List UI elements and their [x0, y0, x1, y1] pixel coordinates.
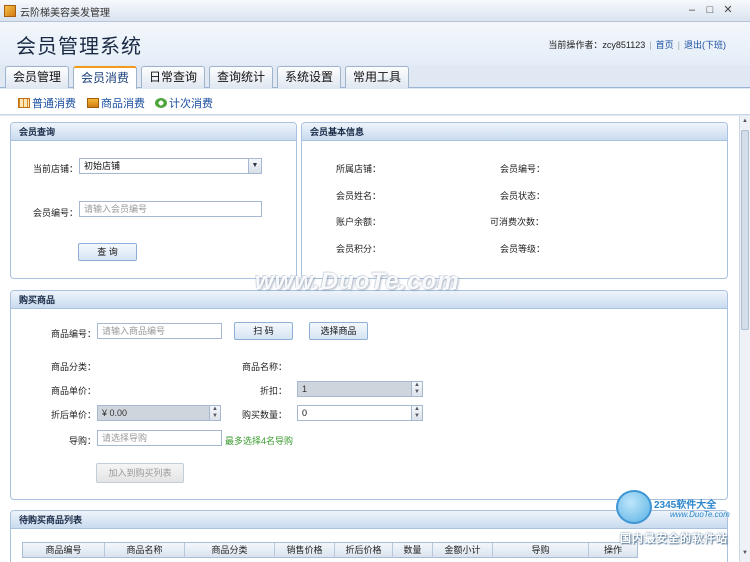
guide-input[interactable] [97, 430, 222, 446]
store-label: 当前店铺： [32, 164, 78, 174]
watermark: www.DuoTe.com [255, 268, 460, 295]
subnav-label: 普通消费 [32, 98, 76, 110]
tab-daily-query[interactable]: 日常查询 [141, 66, 205, 88]
operator-label: 当前操作者： [548, 40, 603, 50]
subnav-count-consumption[interactable]: 计次消费 [155, 95, 213, 111]
store-value: 初始店铺 [84, 161, 121, 171]
info-status-label: 会员状态： [500, 191, 546, 201]
discounted-price-field[interactable]: ¥ 0.00 ▲ ▼ [97, 405, 221, 421]
subnav-label: 计次消费 [169, 98, 213, 110]
member-no-label: 会员编号： [32, 208, 78, 218]
discount-label: 折扣： [259, 386, 287, 396]
column-header: 折后价格 [335, 543, 393, 558]
close-icon[interactable]: ✕ [720, 3, 736, 17]
spinner-icon[interactable]: ▲ ▼ [411, 382, 422, 396]
store-select[interactable]: 初始店铺 ▼ [79, 158, 262, 174]
scan-button[interactable]: 扫 码 [234, 322, 293, 340]
guide-label: 导购： [68, 436, 96, 446]
subnav-label: 商品消费 [101, 98, 145, 110]
column-header: 导购 [493, 543, 589, 558]
info-balance-label: 账户余额： [336, 217, 382, 227]
logo-brand: 2345软件大全 [654, 500, 717, 511]
category-label: 商品分类： [50, 362, 96, 372]
purchase-panel: 购买商品 商品编号： 扫 码 选择商品 商品分类： 商品名称： 商品单价： 折扣… [10, 290, 728, 500]
info-name-label: 会员姓名： [336, 191, 382, 201]
tab-common-tools[interactable]: 常用工具 [345, 66, 409, 88]
discounted-price-value: ¥ 0.00 [102, 408, 128, 418]
info-level-label: 会员等级： [500, 244, 546, 254]
consumption-subnav: 普通消费 商品消费 计次消费 [0, 89, 750, 115]
tab-member-consumption[interactable]: 会员消费 [73, 66, 137, 89]
column-header: 商品名称 [105, 543, 185, 558]
app-header: 会员管理系统 当前操作者：zcy851123 | 首页 | 退出(下班) [0, 22, 750, 65]
product-name-label: 商品名称： [241, 362, 287, 372]
maximize-icon[interactable]: □ [702, 3, 718, 17]
subnav-normal-consumption[interactable]: 普通消费 [18, 95, 76, 111]
logo-slogan: 国内最安全的软件站 [620, 533, 728, 545]
pending-table-header: 商品编号 商品名称 商品分类 销售价格 折后价格 数量 金额小计 导购 操作 [22, 542, 638, 558]
info-remaining-times-label: 可消费次数： [490, 217, 545, 227]
scroll-down-icon[interactable]: ▼ [741, 550, 749, 556]
member-info-panel: 会员基本信息 所属店铺： 会员编号： 会员姓名： 会员状态： 账户余额： 可消费… [301, 122, 728, 279]
add-to-list-button[interactable]: 加入到购买列表 [96, 463, 184, 483]
home-link[interactable]: 首页 [656, 40, 674, 50]
quantity-value: 0 [302, 408, 308, 418]
column-header: 金额小计 [433, 543, 493, 558]
tab-query-statistics[interactable]: 查询统计 [209, 66, 273, 88]
column-header: 商品编号 [23, 543, 105, 558]
column-header: 数量 [393, 543, 433, 558]
operator-info: 当前操作者：zcy851123 | 首页 | 退出(下班) [548, 38, 726, 51]
product-no-label: 商品编号： [50, 329, 96, 339]
logo-url: www.DuoTe.com [670, 510, 730, 519]
select-product-button[interactable]: 选择商品 [309, 322, 368, 340]
mascot-icon [616, 490, 652, 524]
separator: | [677, 40, 680, 50]
query-button[interactable]: 查 询 [78, 243, 137, 261]
column-header: 商品分类 [185, 543, 275, 558]
minimize-icon[interactable]: – [684, 3, 700, 17]
discount-field[interactable]: 1 ▲ ▼ [297, 381, 423, 397]
table-icon [18, 98, 30, 108]
app-icon [4, 5, 16, 17]
main-tabbar: 会员管理 会员消费 日常查询 查询统计 系统设置 常用工具 [0, 65, 750, 89]
separator: | [649, 40, 652, 50]
info-points-label: 会员积分： [336, 244, 382, 254]
download-site-logo: 2345软件大全 www.DuoTe.com 国内最安全的软件站 [612, 490, 750, 545]
window-titlebar: 云阶梯美容美发管理 – □ ✕ [0, 0, 750, 22]
operator-name: zcy851123 [602, 40, 646, 50]
gift-icon [87, 98, 99, 108]
scroll-thumb[interactable] [741, 130, 749, 330]
discount-value: 1 [302, 384, 308, 394]
info-store-label: 所属店铺： [336, 164, 382, 174]
discounted-price-label: 折后单价： [50, 410, 96, 420]
tab-system-settings[interactable]: 系统设置 [277, 66, 341, 88]
logout-link[interactable]: 退出(下班) [684, 40, 726, 50]
window-title: 云阶梯美容美发管理 [20, 8, 110, 19]
guide-hint: 最多选择4名导购 [225, 436, 294, 446]
column-header: 销售价格 [275, 543, 335, 558]
member-query-panel: 会员查询 当前店铺： 初始店铺 ▼ 会员编号： 查 询 [10, 122, 297, 279]
system-title: 会员管理系统 [16, 36, 142, 58]
quantity-label: 购买数量： [241, 410, 287, 420]
scroll-up-icon[interactable]: ▲ [741, 118, 749, 124]
panel-title: 会员基本信息 [302, 123, 727, 141]
panel-title: 会员查询 [11, 123, 296, 141]
product-no-input[interactable] [97, 323, 222, 339]
unit-price-label: 商品单价： [50, 386, 96, 396]
spinner-icon[interactable]: ▲ ▼ [411, 406, 422, 420]
info-member-no-label: 会员编号： [500, 164, 546, 174]
quantity-stepper[interactable]: 0 ▲ ▼ [297, 405, 423, 421]
chevron-down-icon[interactable]: ▼ [248, 159, 261, 173]
subnav-product-consumption[interactable]: 商品消费 [87, 95, 145, 111]
member-no-input[interactable] [79, 201, 262, 217]
tab-member-management[interactable]: 会员管理 [5, 66, 69, 88]
refresh-icon [155, 98, 167, 108]
